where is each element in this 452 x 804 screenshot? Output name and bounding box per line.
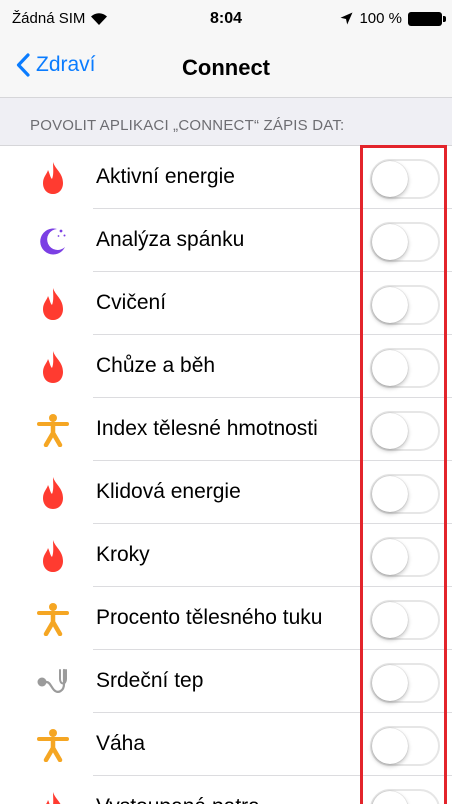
list-item-label: Procento tělesného tuku <box>96 606 323 629</box>
person-icon <box>36 602 70 636</box>
permission-toggle[interactable] <box>370 789 440 804</box>
battery-icon <box>408 11 446 26</box>
permission-toggle[interactable] <box>370 663 440 703</box>
navigation-bar: Zdraví Connect <box>0 40 452 98</box>
toggle-knob <box>372 161 408 197</box>
list-item-label: Srdeční tep <box>96 669 204 692</box>
permission-toggle[interactable] <box>370 285 440 325</box>
toggle-knob <box>372 224 408 260</box>
flame-icon <box>36 476 70 510</box>
permission-toggle[interactable] <box>370 726 440 766</box>
section-header-label: POVOLIT APLIKACI „CONNECT“ ZÁPIS DAT: <box>30 117 345 134</box>
permission-toggle[interactable] <box>370 474 440 514</box>
toggle-knob <box>372 665 408 701</box>
toggle-knob <box>372 728 408 764</box>
flame-icon <box>36 350 70 384</box>
permissions-list: Aktivní energie Analýza spánku Cvičení C… <box>0 146 452 804</box>
permission-toggle[interactable] <box>370 411 440 451</box>
status-bar: Žádná SIM 8:04 100 % <box>0 0 452 40</box>
toggle-knob <box>372 350 408 386</box>
flame-icon <box>36 287 70 321</box>
list-item: Srdeční tep <box>0 650 452 713</box>
list-item-label: Chůze a běh <box>96 354 216 377</box>
permission-toggle[interactable] <box>370 159 440 199</box>
list-item: Cvičení <box>0 272 452 335</box>
toggle-knob <box>372 413 408 449</box>
list-item-label: Index tělesné hmotnosti <box>96 417 318 440</box>
permission-toggle[interactable] <box>370 537 440 577</box>
list-item: Procento tělesného tuku <box>0 587 452 650</box>
list-item-label: Kroky <box>96 543 150 566</box>
section-header: POVOLIT APLIKACI „CONNECT“ ZÁPIS DAT: <box>0 98 452 146</box>
toggle-knob <box>372 476 408 512</box>
list-item: Kroky <box>0 524 452 587</box>
list-item: Index tělesné hmotnosti <box>0 398 452 461</box>
person-icon <box>36 413 70 447</box>
list-item: Váha <box>0 713 452 776</box>
toggle-knob <box>372 602 408 638</box>
toggle-knob <box>372 539 408 575</box>
moon-icon <box>36 224 70 258</box>
list-item: Klidová energie <box>0 461 452 524</box>
toggle-knob <box>372 287 408 323</box>
permission-toggle[interactable] <box>370 348 440 388</box>
list-item-label: Vystoupaná patra <box>96 795 260 804</box>
list-item-label: Klidová energie <box>96 480 241 503</box>
list-item-label: Aktivní energie <box>96 165 235 188</box>
battery-percent: 100 % <box>359 10 402 27</box>
list-item-label: Váha <box>96 732 146 755</box>
person-icon <box>36 728 70 762</box>
status-right: 100 % <box>340 10 446 27</box>
toggle-knob <box>372 791 408 804</box>
list-item-label: Analýza spánku <box>96 228 245 251</box>
list-item: Vystoupaná patra <box>0 776 452 804</box>
list-item: Aktivní energie <box>0 146 452 209</box>
permission-toggle[interactable] <box>370 600 440 640</box>
list-item-label: Cvičení <box>96 291 167 314</box>
flame-icon <box>36 161 70 195</box>
list-item: Analýza spánku <box>0 209 452 272</box>
page-title: Connect <box>182 55 270 80</box>
flame-icon <box>36 791 70 804</box>
location-arrow-icon <box>340 12 353 25</box>
flame-icon <box>36 539 70 573</box>
list-item: Chůze a běh <box>0 335 452 398</box>
stethoscope-icon <box>36 665 70 699</box>
permission-toggle[interactable] <box>370 222 440 262</box>
